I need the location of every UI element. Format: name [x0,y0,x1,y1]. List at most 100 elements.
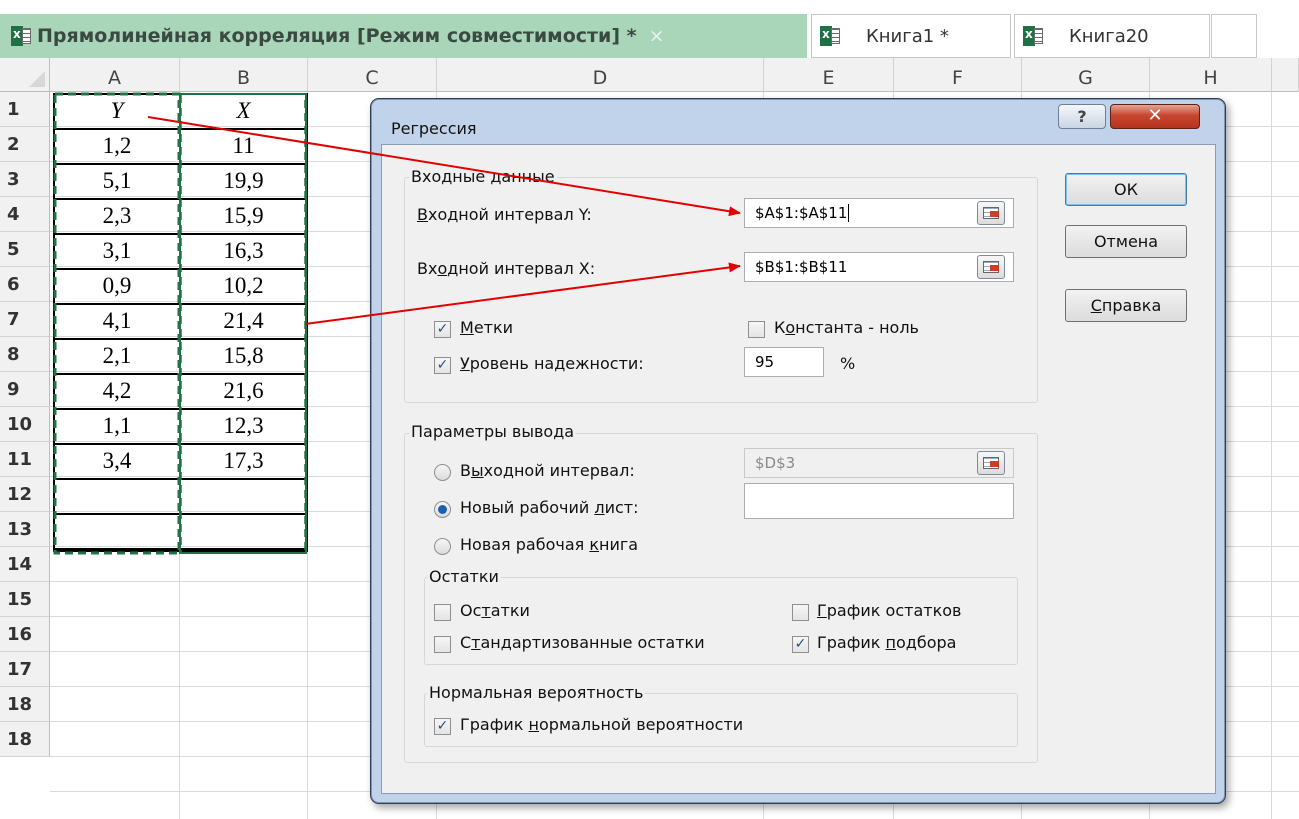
cell-x[interactable]: 19,9 [181,163,306,198]
dialog-body: Входные данные Входной интервал Y: $A$1:… [381,144,1216,794]
row-header[interactable]: 12 [0,477,50,512]
col-header-next[interactable] [1272,58,1299,92]
row-header[interactable]: 1 [0,92,50,127]
row-header[interactable]: 6 [0,267,50,302]
constant-zero-checkbox[interactable] [748,321,765,338]
cell-y[interactable]: 4,2 [55,373,179,408]
tab-active-workbook[interactable]: Прямолинейная корреляция [Режим совмести… [0,14,807,58]
residual-plot-label: График остатков [817,601,962,620]
row-header[interactable]: 11 [0,442,50,477]
normal-probability-group-label: Нормальная вероятность [427,683,646,702]
output-range-field[interactable]: $D$3 [744,448,1014,478]
tab-title: Прямолинейная корреляция [Режим совмести… [37,25,637,47]
help-icon[interactable]: ? [1058,104,1106,129]
row-header[interactable]: 16 [0,617,50,652]
normal-plot-label: График нормальной вероятности [460,715,744,734]
confidence-field[interactable]: 95 [744,347,824,377]
row-header[interactable]: 13 [0,512,50,547]
row-header[interactable]: 4 [0,197,50,232]
cell-y[interactable]: 4,1 [55,303,179,338]
row-header[interactable]: 14 [0,547,50,582]
range-select-icon[interactable] [977,201,1005,225]
cell-header-y[interactable]: Y [55,93,179,128]
cell-y[interactable]: 3,1 [55,233,179,268]
tab-kniga1[interactable]: Книга1 * [811,14,1011,58]
fit-plot-checkbox[interactable]: ✓ [792,636,809,653]
row-header[interactable]: 18 [0,687,50,722]
regression-dialog: Регрессия ? ✕ Входные данные Входной инт… [370,98,1226,804]
std-residuals-label: Стандартизованные остатки [460,633,705,652]
input-data-group-label: Входные данные [409,167,557,186]
row-header[interactable]: 18 [0,722,50,757]
labels-label: Метки [460,318,514,337]
col-header-e[interactable]: E [764,58,894,92]
tab-label: Книга1 * [866,25,949,47]
cell-y[interactable]: 1,2 [55,128,179,163]
help-button[interactable]: Справка [1065,289,1187,322]
input-y-label: Входной интервал Y: [417,205,592,224]
row-header[interactable]: 5 [0,232,50,267]
tab-empty[interactable] [1211,14,1257,58]
row-header[interactable]: 10 [0,407,50,442]
range-select-icon[interactable] [977,451,1005,475]
col-header-g[interactable]: G [1022,58,1150,92]
input-x-field[interactable]: $B$1:$B$11 [744,252,1014,282]
residual-plot-checkbox[interactable] [792,604,809,621]
range-select-icon[interactable] [977,255,1005,279]
tab-label: Книга20 [1069,25,1149,47]
col-header-b[interactable]: B [180,58,308,92]
new-sheet-field[interactable] [744,483,1014,519]
cell-y[interactable]: 2,3 [55,198,179,233]
cell-x[interactable]: 11 [181,128,306,163]
row-header[interactable]: 17 [0,652,50,687]
confidence-checkbox[interactable]: ✓ [434,357,451,374]
input-y-field[interactable]: $A$1:$A$11 [744,198,1014,228]
new-sheet-label: Новый рабочий лист: [460,498,639,517]
col-header-h[interactable]: H [1150,58,1272,92]
workbook-tab-bar: Прямолинейная корреляция [Режим совмести… [0,0,1299,58]
row-header[interactable]: 8 [0,337,50,372]
cell-x[interactable]: 12,3 [181,408,306,443]
cell-x[interactable]: 21,4 [181,303,306,338]
cell-y[interactable]: 3,4 [55,443,179,478]
cell-x[interactable]: 15,8 [181,338,306,373]
ok-button[interactable]: ОК [1065,173,1187,206]
tab-close-icon[interactable]: × [649,25,665,47]
excel-workbook-icon [820,26,840,46]
row-header[interactable]: 3 [0,162,50,197]
col-header-f[interactable]: F [894,58,1022,92]
cell-x[interactable]: 10,2 [181,268,306,303]
cell-x[interactable]: 21,6 [181,373,306,408]
cell-header-x[interactable]: X [181,93,306,128]
input-x-label: Входной интервал X: [417,259,596,278]
cell-x[interactable]: 16,3 [181,233,306,268]
excel-workbook-icon [11,26,31,46]
new-sheet-radio[interactable] [434,501,451,518]
row-header[interactable]: 15 [0,582,50,617]
tab-kniga20[interactable]: Книга20 [1014,14,1210,58]
cell-y[interactable]: 2,1 [55,338,179,373]
row-header[interactable]: 7 [0,302,50,337]
cell-y[interactable]: 1,1 [55,408,179,443]
labels-checkbox[interactable]: ✓ [434,321,451,338]
new-book-radio[interactable] [434,538,451,555]
constant-zero-label: Константа - ноль [774,318,919,337]
close-icon[interactable]: ✕ [1110,104,1200,129]
cell-x[interactable]: 17,3 [181,443,306,478]
cell-x[interactable]: 15,9 [181,198,306,233]
normal-plot-checkbox[interactable]: ✓ [434,718,451,735]
cell-y[interactable]: 0,9 [55,268,179,303]
col-header-c[interactable]: C [308,58,437,92]
cell-y[interactable]: 5,1 [55,163,179,198]
residuals-checkbox[interactable] [434,604,451,621]
row-header[interactable]: 9 [0,372,50,407]
row-header[interactable]: 2 [0,127,50,162]
std-residuals-checkbox[interactable] [434,636,451,653]
excel-workbook-icon [1023,26,1043,46]
select-all-corner[interactable] [0,58,50,92]
output-range-radio[interactable] [434,464,451,481]
col-header-d[interactable]: D [437,58,764,92]
new-book-label: Новая рабочая книга [460,535,639,554]
col-header-a[interactable]: A [50,58,180,92]
cancel-button[interactable]: Отмена [1065,225,1187,258]
